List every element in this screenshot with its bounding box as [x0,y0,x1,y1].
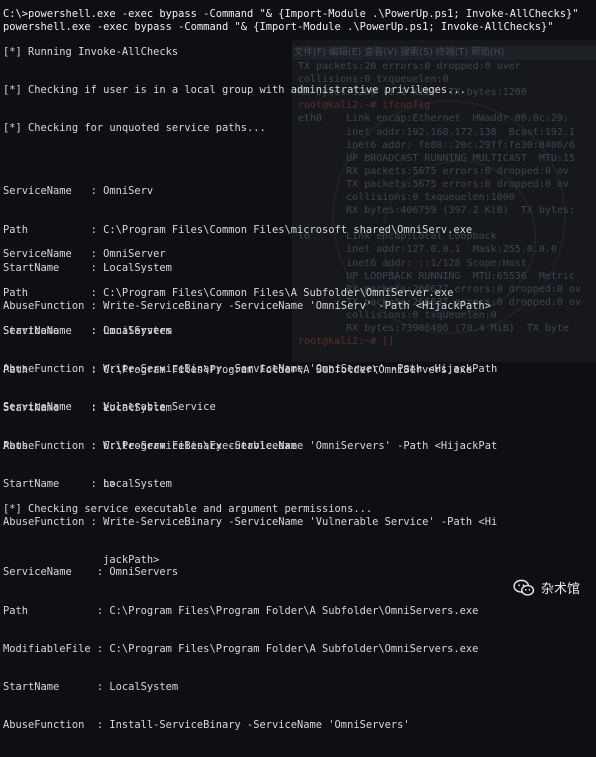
output-line: ServiceName : OmniServers [3,325,172,338]
output-line: Path : C:\Program Files\Program Folder\A… [3,363,473,376]
command-echo: C:\>powershell.exe -exec bypass -Command… [3,8,579,20]
output-line: Path : C:\Program Files\Common Files\A S… [3,286,454,299]
output-line: ServiceName : OmniServer [3,248,166,261]
watermark: 杂术馆 [513,578,580,597]
output-line: Path : C:\Program Files\Program Folder\A… [3,604,479,617]
output-line: Path : C:\Program Files\Executable.exe [3,439,298,452]
output-line: ServiceName : OmniServers [3,566,179,579]
output-line: ServiceName : OmniServ [3,185,154,198]
output-line: StartName : LocalSystem [3,680,179,693]
terminal-output[interactable]: C:\>powershell.exe -exec bypass -Command… [0,0,596,731]
status-check-permissions: [*] Checking service executable and argu… [3,503,373,515]
watermark-text: 杂术馆 [540,582,580,597]
service-block-modifiable: ServiceName : OmniServers Path : C:\Prog… [3,541,478,757]
status-check-unquoted: [*] Checking for unquoted service paths.… [3,122,266,134]
output-line: StartName : LocalSystem [3,477,172,490]
output-line: AbuseFunction : Install-ServiceBinary -S… [3,718,410,731]
status-running: [*] Running Invoke-AllChecks [3,46,179,58]
wechat-icon [513,579,535,596]
output-line: ServiceName : Vulnerable Service [3,401,216,414]
status-check-admin: [*] Checking if user is in a local group… [3,84,466,96]
command-repeat: powershell.exe -exec bypass -Command "& … [3,21,554,33]
output-line: ModifiableFile : C:\Program Files\Progra… [3,642,479,655]
output-line: AbuseFunction : Write-ServiceBinary -Ser… [3,515,498,528]
